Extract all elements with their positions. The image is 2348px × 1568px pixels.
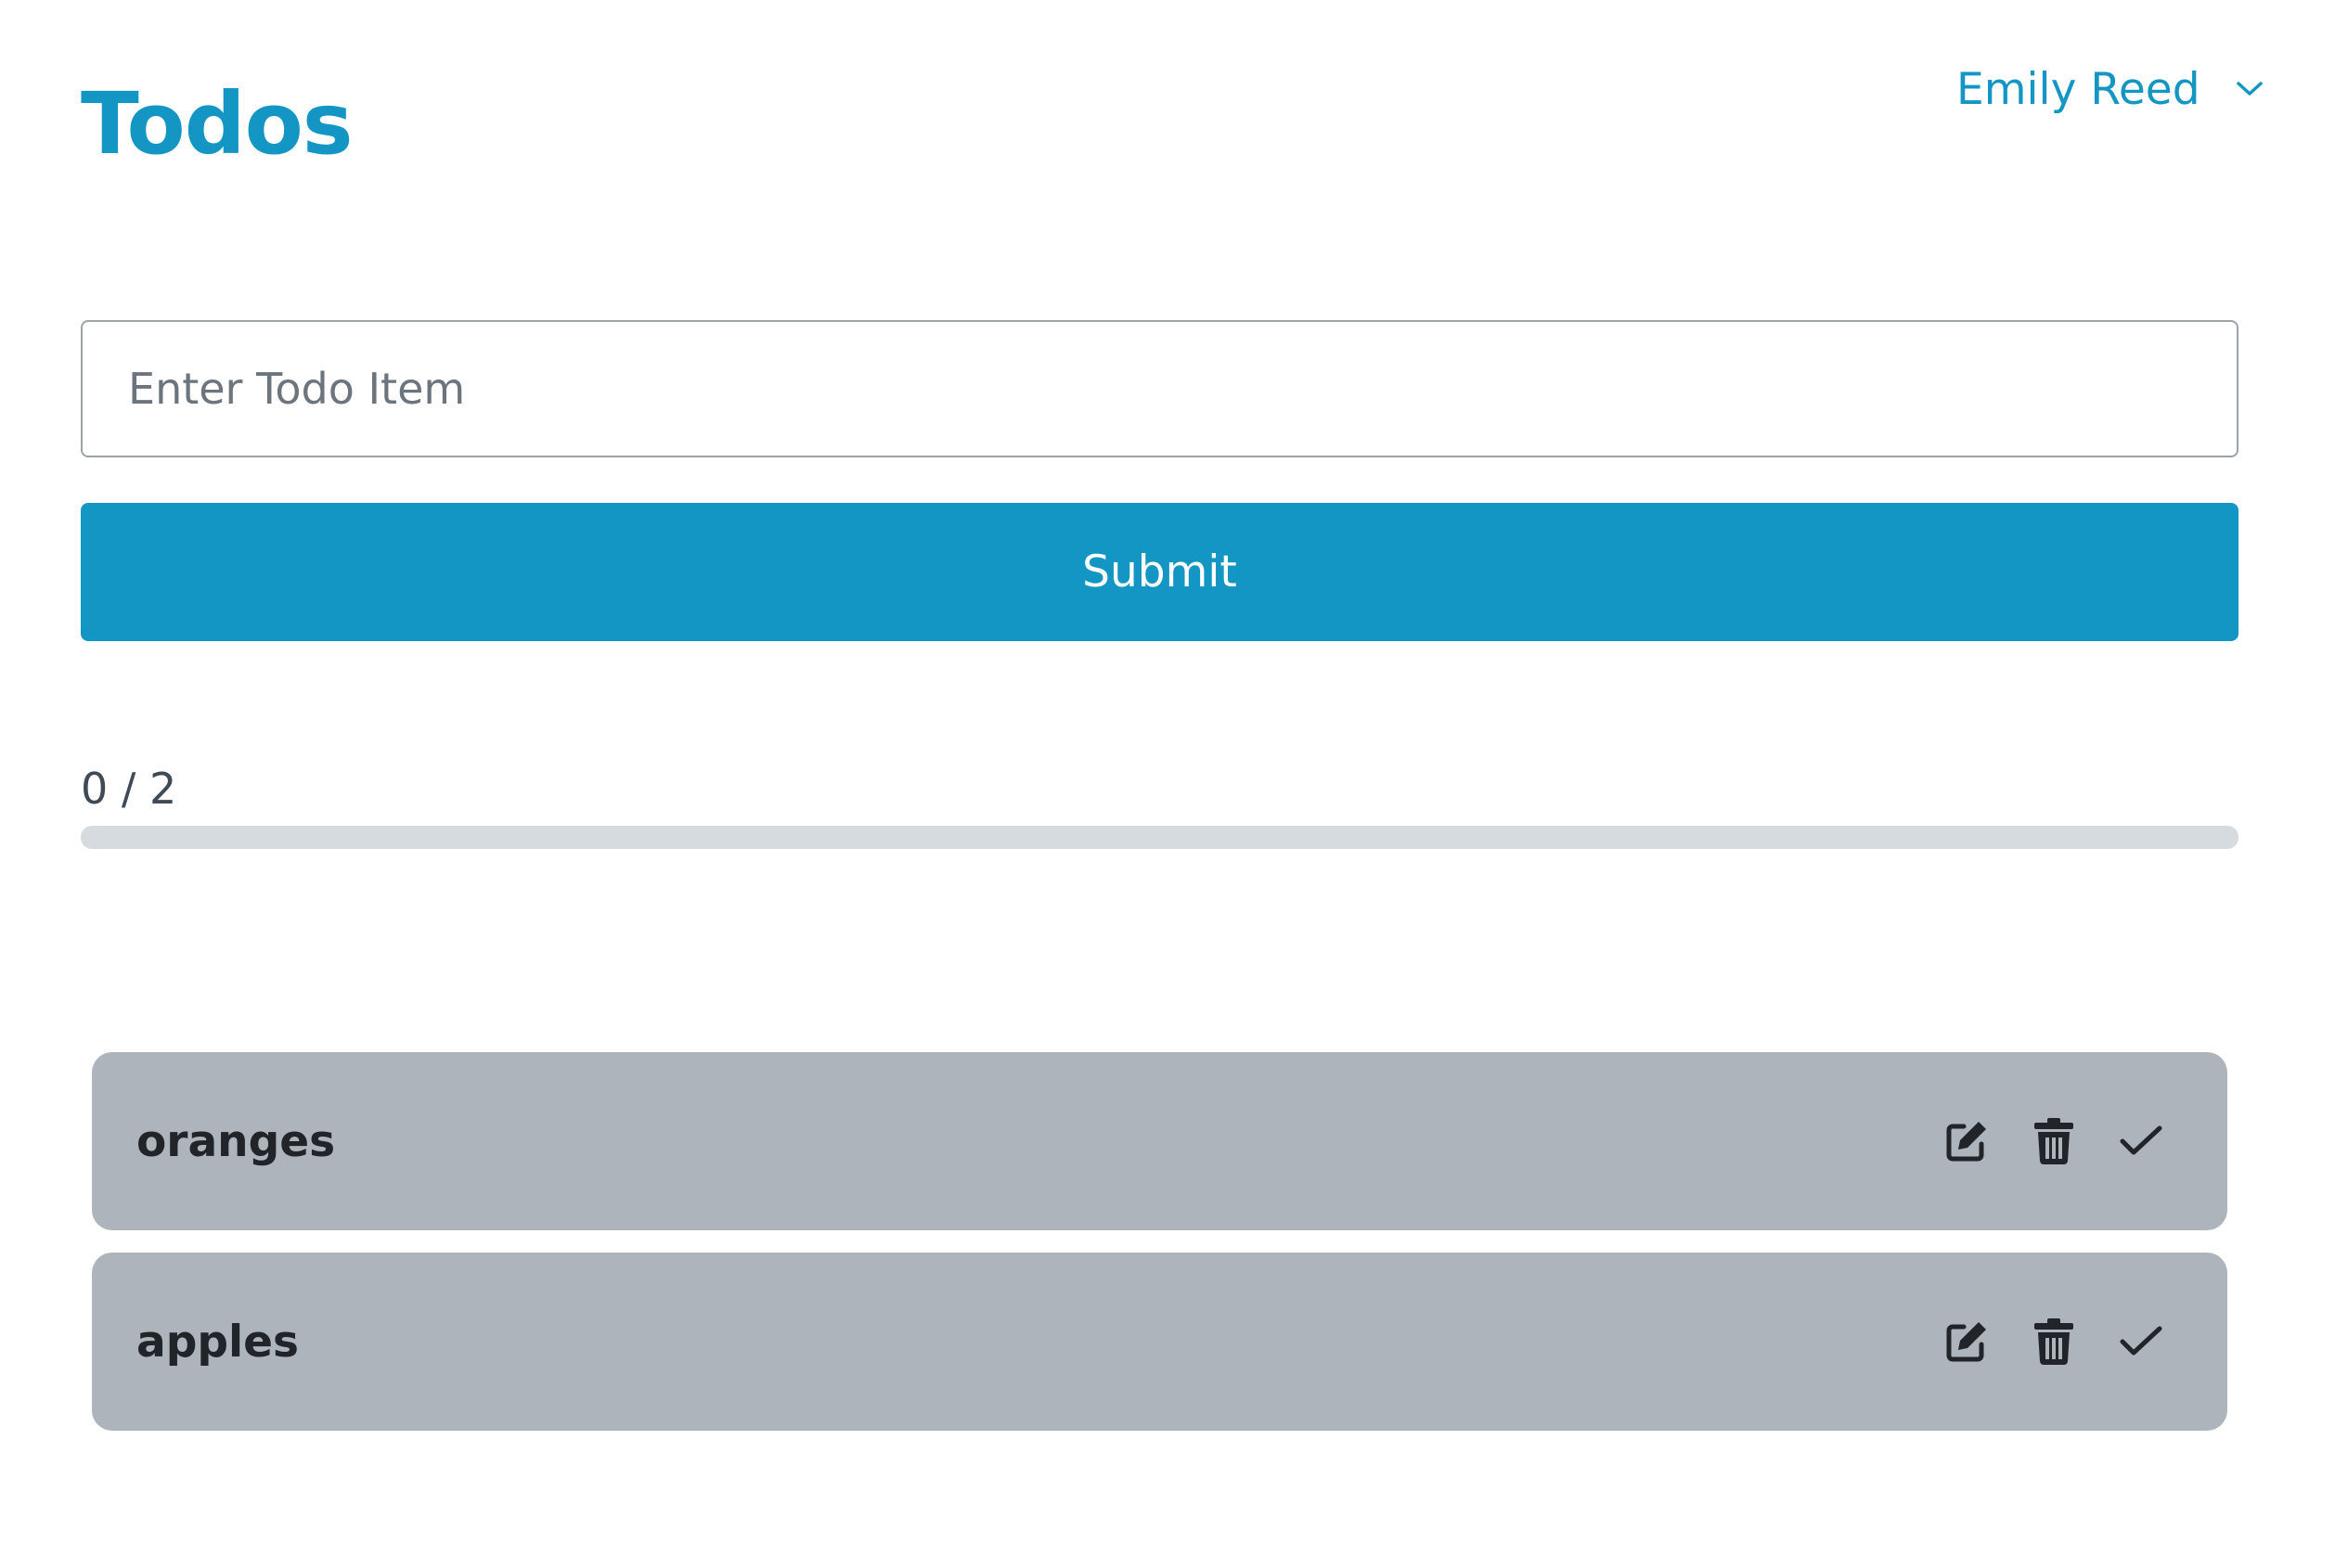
page-title: Todos	[81, 74, 354, 174]
todo-item: apples	[92, 1253, 2227, 1431]
todo-item: oranges	[92, 1052, 2227, 1230]
todo-list: oranges apples	[92, 1052, 2227, 1453]
check-icon[interactable]	[2118, 1316, 2164, 1368]
todo-item-actions	[1943, 1052, 2164, 1230]
submit-button[interactable]: Submit	[81, 503, 2238, 641]
todo-page: Todos Emily Reed Submit 0 / 2 oranges	[0, 0, 2348, 1568]
progress-count: 0 / 2	[81, 764, 177, 814]
trash-icon[interactable]	[2031, 1115, 2077, 1167]
todo-item-text: apples	[136, 1316, 299, 1368]
check-icon[interactable]	[2118, 1115, 2164, 1167]
user-name: Emily Reed	[1956, 63, 2200, 115]
chevron-down-icon	[2236, 80, 2264, 98]
edit-icon[interactable]	[1943, 1115, 1990, 1167]
progress-bar	[81, 826, 2238, 849]
user-menu-toggle[interactable]: Emily Reed	[1956, 56, 2264, 122]
todo-item-text: oranges	[136, 1115, 336, 1167]
todo-item-actions	[1943, 1253, 2164, 1431]
todo-input[interactable]	[81, 320, 2238, 457]
edit-icon[interactable]	[1943, 1316, 1990, 1368]
trash-icon[interactable]	[2031, 1316, 2077, 1368]
